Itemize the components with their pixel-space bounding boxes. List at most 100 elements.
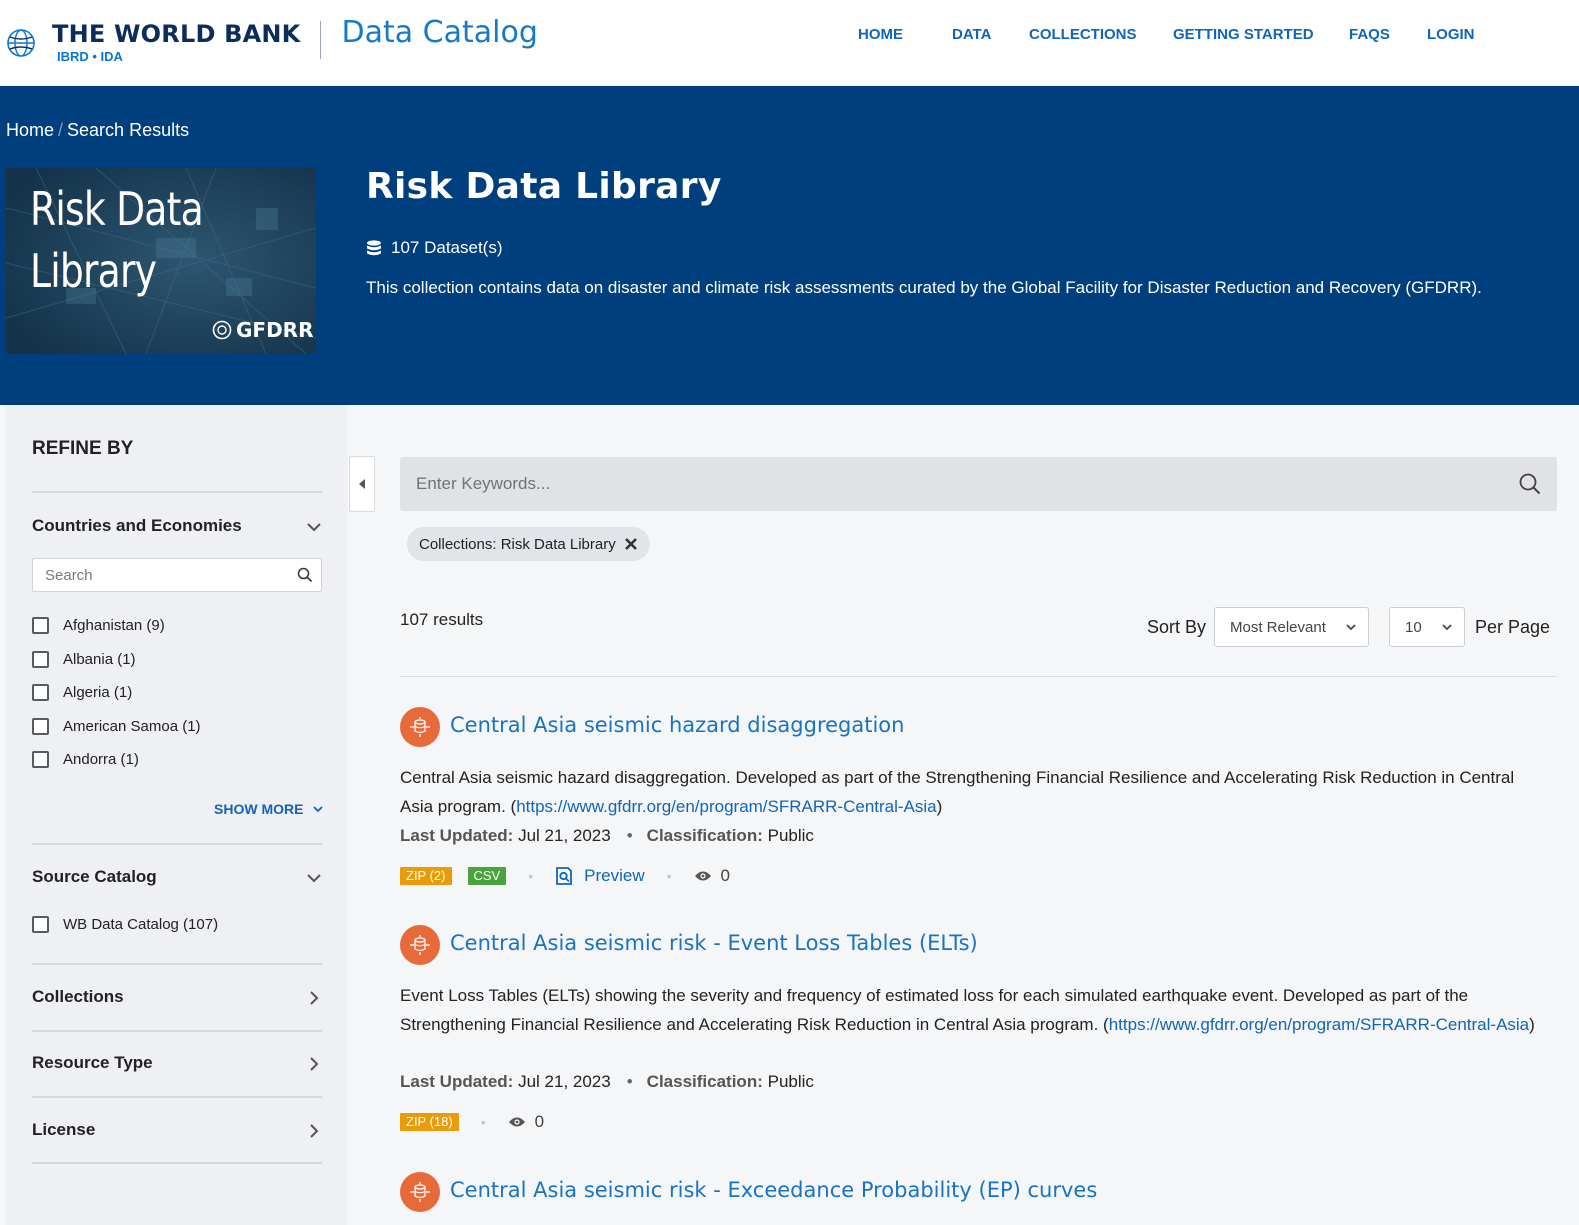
- checkbox[interactable]: [32, 683, 49, 701]
- checkbox[interactable]: [32, 717, 49, 735]
- csv-badge: CSV: [467, 867, 507, 885]
- nav-home[interactable]: HOME: [858, 26, 903, 43]
- checkbox[interactable]: [32, 750, 49, 768]
- result-description: Central Asia seismic hazard disaggregati…: [400, 768, 1515, 816]
- breadcrumb-home[interactable]: Home: [6, 120, 54, 140]
- country-american-samoa[interactable]: American Samoa (1): [32, 716, 201, 736]
- result-title-link[interactable]: Central Asia seismic risk - Exceedance P…: [450, 1178, 1097, 1202]
- dataset-icon: [400, 925, 440, 965]
- classification: Public: [767, 826, 814, 845]
- facet-divider: [32, 843, 322, 845]
- close-icon: [624, 538, 637, 550]
- chevron-right-icon: [310, 1057, 319, 1071]
- result-title-link[interactable]: Central Asia seismic risk - Event Loss T…: [450, 931, 978, 955]
- per-page-select[interactable]: 10: [1389, 607, 1465, 647]
- view-count: 0: [508, 1112, 544, 1132]
- result-meta: Last Updated: Jul 21, 2023 • Classificatio…: [400, 826, 814, 845]
- active-filter-chip: Collections: Risk Data Library: [407, 527, 650, 561]
- preview-icon: [556, 867, 573, 885]
- main-nav: HOME DATA COLLECTIONS GETTING STARTED FA…: [0, 26, 1579, 46]
- caret-left-icon: [359, 479, 365, 489]
- results-divider: [400, 676, 1557, 677]
- facet-resource-type-toggle[interactable]: Resource Type: [32, 1053, 322, 1077]
- result-meta: Last Updated: Jul 21, 2023 • Classificatio…: [400, 1072, 814, 1091]
- chevron-down-icon: [1346, 624, 1356, 631]
- eye-icon: [694, 871, 711, 881]
- site-header: THE WORLD BANK IBRD • IDA Data Catalog H…: [0, 0, 1579, 86]
- collection-title: Risk Data Library: [366, 166, 722, 207]
- country-andorra[interactable]: Andorra (1): [32, 749, 139, 769]
- search-icon[interactable]: [297, 567, 313, 583]
- gfdrr-logo: GFDRR: [212, 318, 313, 342]
- zip-badge: ZIP (2): [400, 867, 452, 885]
- facet-divider: [32, 1162, 322, 1164]
- result-item: Central Asia seismic risk - Event Loss T…: [400, 925, 1557, 1145]
- nav-faqs[interactable]: FAQS: [1349, 26, 1390, 43]
- database-icon: [367, 239, 381, 255]
- remove-filter-button[interactable]: [624, 537, 638, 551]
- sort-by-label: Sort By: [1147, 617, 1207, 637]
- chevron-down-icon: [1442, 624, 1452, 631]
- breadcrumb-current: Search Results: [67, 120, 190, 140]
- keyword-search: [400, 457, 1557, 511]
- country-search-input[interactable]: [45, 567, 285, 584]
- result-source-link[interactable]: https://www.gfdrr.org/en/program/SFRARR-…: [516, 797, 936, 816]
- nav-collections[interactable]: COLLECTIONS: [1029, 26, 1137, 43]
- eye-icon: [508, 1117, 525, 1127]
- sort-select[interactable]: Most Relevant: [1214, 607, 1369, 647]
- last-updated: Jul 21, 2023: [518, 1072, 611, 1091]
- breadcrumb-separator: /: [58, 120, 64, 140]
- refine-heading: REFINE BY: [32, 438, 134, 459]
- result-description: Event Loss Tables (ELTs) showing the sev…: [400, 986, 1535, 1034]
- facet-license-toggle[interactable]: License: [32, 1120, 322, 1144]
- preview-button[interactable]: Preview: [555, 866, 645, 886]
- results-count: 107 results: [400, 610, 484, 629]
- chevron-down-icon: [313, 806, 324, 813]
- result-item: Central Asia seismic risk - Exceedance P…: [400, 1172, 1557, 1222]
- result-item: Central Asia seismic hazard disaggregati…: [400, 707, 1557, 897]
- facet-countries-toggle[interactable]: Countries and Economies: [32, 516, 322, 540]
- dataset-icon: [400, 1172, 440, 1212]
- chevron-right-icon: [310, 991, 319, 1005]
- search-icon[interactable]: [1519, 473, 1541, 495]
- country-search: [32, 558, 322, 592]
- result-source-link[interactable]: https://www.gfdrr.org/en/program/SFRARR-…: [1109, 1015, 1529, 1034]
- source-wb-data-catalog[interactable]: WB Data Catalog (107): [32, 914, 218, 934]
- refine-sidebar: REFINE BY Countries and Economies Afghan…: [6, 405, 347, 1225]
- keyword-search-input[interactable]: [416, 474, 1466, 494]
- facet-divider: [32, 963, 322, 965]
- result-badges: ZIP (18) • 0: [400, 1111, 544, 1133]
- country-albania[interactable]: Albania (1): [32, 649, 136, 669]
- collection-description: This collection contains data on disaste…: [366, 278, 1482, 297]
- nav-login[interactable]: LOGIN: [1427, 26, 1475, 43]
- last-updated: Jul 21, 2023: [518, 826, 611, 845]
- nav-data[interactable]: DATA: [952, 26, 991, 43]
- facet-divider: [32, 1030, 322, 1032]
- collapse-sidebar-button[interactable]: [349, 456, 375, 512]
- per-page-label: Per Page: [1475, 617, 1551, 637]
- facet-source-catalog-toggle[interactable]: Source Catalog: [32, 867, 322, 891]
- zip-badge: ZIP (18): [400, 1113, 459, 1131]
- facet-divider: [32, 1096, 322, 1098]
- view-count: 0: [694, 866, 730, 886]
- org-subtitle: IBRD • IDA: [57, 49, 123, 64]
- checkbox[interactable]: [32, 616, 49, 634]
- dataset-count: 107 Dataset(s): [366, 238, 503, 258]
- collection-hero: Home / Search Results Risk Data Library …: [0, 86, 1579, 405]
- result-title-link[interactable]: Central Asia seismic hazard disaggregati…: [450, 713, 904, 737]
- show-more-countries-button[interactable]: SHOW MORE: [214, 801, 324, 817]
- country-algeria[interactable]: Algeria (1): [32, 682, 132, 702]
- breadcrumb: Home / Search Results: [6, 120, 189, 141]
- checkbox[interactable]: [32, 915, 49, 933]
- cover-title: Risk Data Library: [30, 182, 204, 298]
- dataset-icon: [400, 707, 440, 747]
- chevron-right-icon: [310, 1124, 319, 1138]
- checkbox[interactable]: [32, 650, 49, 668]
- gfdrr-seal-icon: [212, 320, 232, 340]
- facet-collections-toggle[interactable]: Collections: [32, 987, 322, 1011]
- facet-divider: [32, 491, 322, 493]
- country-afghanistan[interactable]: Afghanistan (9): [32, 615, 165, 635]
- collection-cover-image: Risk Data Library GFDRR: [6, 168, 316, 354]
- nav-getting-started[interactable]: GETTING STARTED: [1173, 26, 1314, 43]
- chevron-down-icon: [307, 874, 321, 883]
